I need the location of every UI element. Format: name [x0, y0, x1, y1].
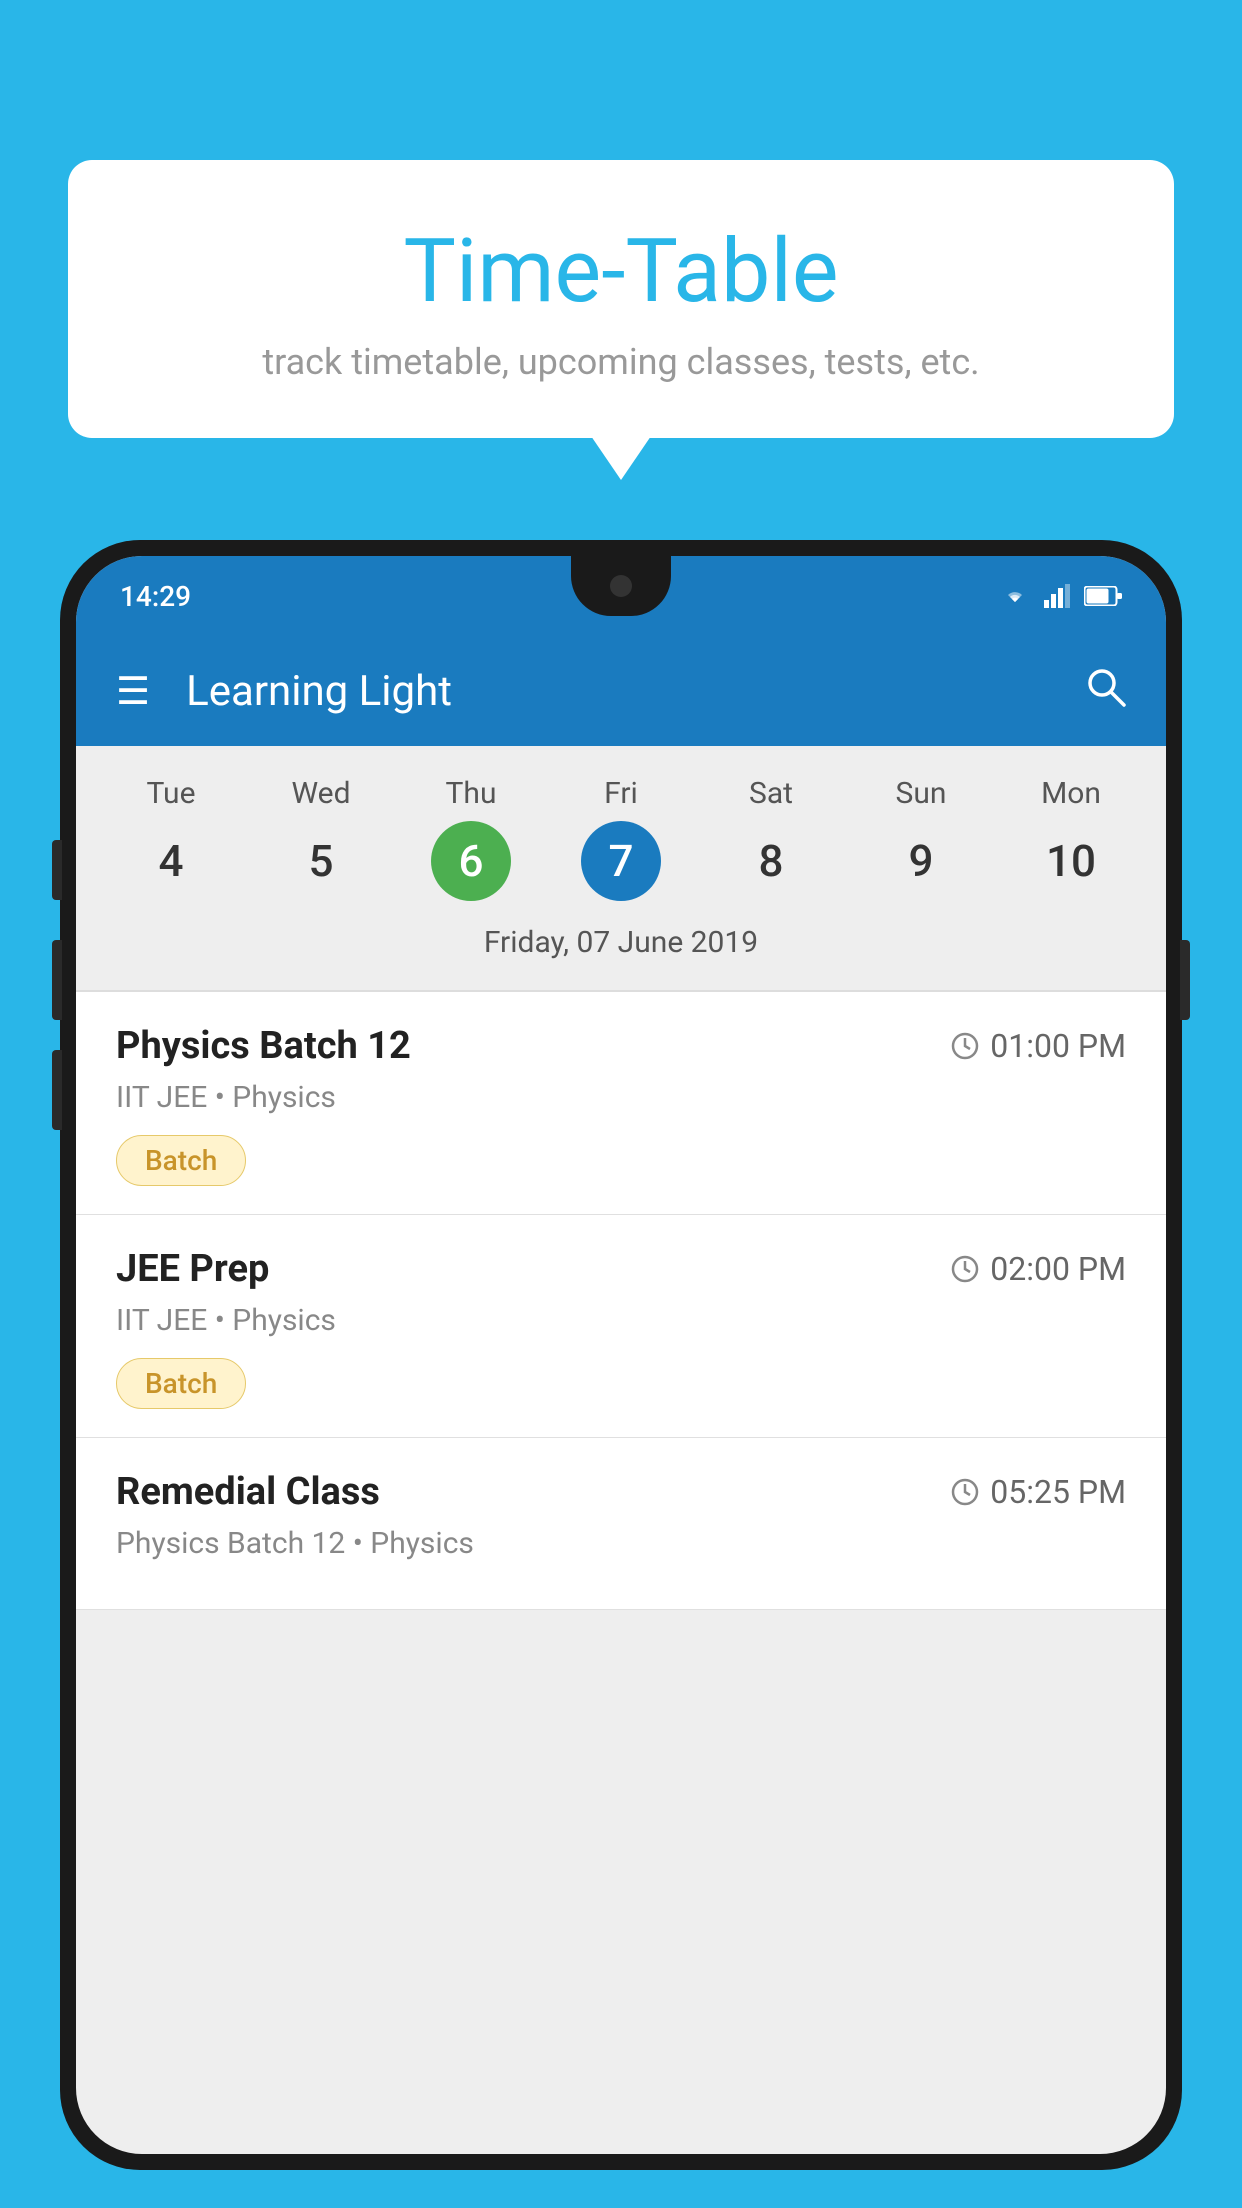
schedule-subtitle: IIT JEE • Physics	[116, 1080, 1126, 1115]
calendar-day-9[interactable]: Sun 9	[856, 776, 986, 901]
status-bar: 14:29	[76, 556, 1166, 636]
day-name: Mon	[1041, 776, 1101, 811]
bubble-subtitle: track timetable, upcoming classes, tests…	[108, 341, 1134, 383]
power-button	[1180, 940, 1190, 1020]
schedule-item-header: JEE Prep 02:00 PM	[116, 1247, 1126, 1291]
schedule-subtitle: IIT JEE • Physics	[116, 1303, 1126, 1338]
calendar-selected-label: Friday, 07 June 2019	[96, 917, 1146, 980]
volume-up-button	[52, 940, 62, 1020]
clock-icon	[950, 1254, 980, 1284]
day-name: Sun	[896, 776, 947, 811]
speech-bubble-container: Time-Table track timetable, upcoming cla…	[68, 160, 1174, 438]
phone-screen: 14:29	[76, 556, 1166, 2154]
signal-icon	[1044, 584, 1070, 608]
notch	[571, 556, 671, 616]
status-time: 14:29	[120, 580, 191, 613]
schedule-time: 02:00 PM	[950, 1250, 1126, 1288]
phone-mockup: 14:29	[60, 540, 1182, 2208]
app-title: Learning Light	[186, 667, 1084, 716]
hamburger-menu-button[interactable]: ☰	[116, 669, 150, 714]
status-icons	[1000, 584, 1122, 608]
calendar-section: Tue 4 Wed 5 Thu 6 Fri 7 Sat 8 Sun 9 Mon 10 Friday, 07…	[76, 746, 1166, 990]
schedule-item-0[interactable]: Physics Batch 12 01:00 PM IIT JEE • Physi…	[76, 992, 1166, 1215]
calendar-day-7[interactable]: Fri 7	[556, 776, 686, 901]
day-date[interactable]: 10	[1031, 821, 1111, 901]
search-button[interactable]	[1084, 665, 1126, 718]
schedule-item-1[interactable]: JEE Prep 02:00 PM IIT JEE • Physics Batch	[76, 1215, 1166, 1438]
battery-icon	[1084, 586, 1122, 606]
front-camera	[610, 575, 632, 597]
schedule-time: 01:00 PM	[950, 1027, 1126, 1065]
speech-bubble: Time-Table track timetable, upcoming cla…	[68, 160, 1174, 438]
batch-tag: Batch	[116, 1135, 246, 1186]
day-date[interactable]: 6	[431, 821, 511, 901]
day-date[interactable]: 9	[881, 821, 961, 901]
schedule-list: Physics Batch 12 01:00 PM IIT JEE • Physi…	[76, 992, 1166, 1610]
day-name: Wed	[292, 776, 351, 811]
day-name: Tue	[147, 776, 196, 811]
calendar-day-10[interactable]: Mon 10	[1006, 776, 1136, 901]
schedule-title: Remedial Class	[116, 1470, 380, 1514]
clock-icon	[950, 1031, 980, 1061]
volume-silent-button	[52, 840, 62, 900]
schedule-title: Physics Batch 12	[116, 1024, 411, 1068]
day-date[interactable]: 7	[581, 821, 661, 901]
volume-down-button	[52, 1050, 62, 1130]
day-date[interactable]: 4	[131, 821, 211, 901]
wifi-icon	[1000, 584, 1030, 608]
schedule-item-2[interactable]: Remedial Class 05:25 PM Physics Batch 12 …	[76, 1438, 1166, 1610]
day-name: Sat	[749, 776, 793, 811]
calendar-day-5[interactable]: Wed 5	[256, 776, 386, 901]
day-name: Thu	[446, 776, 497, 811]
calendar-day-8[interactable]: Sat 8	[706, 776, 836, 901]
schedule-subtitle: Physics Batch 12 • Physics	[116, 1526, 1126, 1561]
schedule-item-header: Remedial Class 05:25 PM	[116, 1470, 1126, 1514]
clock-icon	[950, 1477, 980, 1507]
phone-outer: 14:29	[60, 540, 1182, 2170]
calendar-days: Tue 4 Wed 5 Thu 6 Fri 7 Sat 8 Sun 9 Mon 10	[96, 776, 1146, 901]
schedule-title: JEE Prep	[116, 1247, 269, 1291]
bubble-title: Time-Table	[108, 220, 1134, 323]
calendar-day-4[interactable]: Tue 4	[106, 776, 236, 901]
app-header: ☰ Learning Light	[76, 636, 1166, 746]
batch-tag: Batch	[116, 1358, 246, 1409]
day-date[interactable]: 5	[281, 821, 361, 901]
schedule-item-header: Physics Batch 12 01:00 PM	[116, 1024, 1126, 1068]
day-name: Fri	[604, 776, 638, 811]
day-date[interactable]: 8	[731, 821, 811, 901]
calendar-day-6[interactable]: Thu 6	[406, 776, 536, 901]
schedule-time: 05:25 PM	[950, 1473, 1126, 1511]
